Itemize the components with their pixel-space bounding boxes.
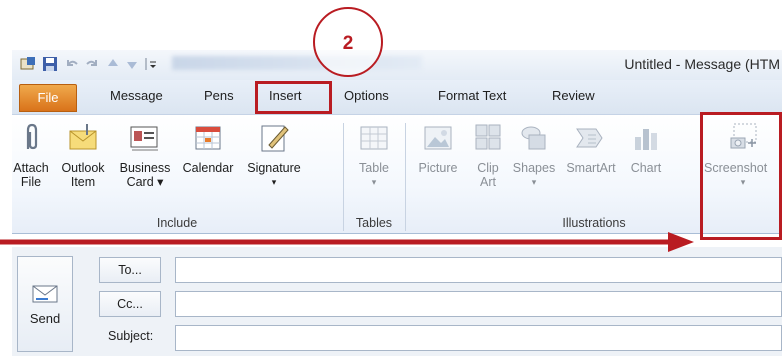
chart-button[interactable]: Chart <box>622 121 670 175</box>
send-button[interactable]: Send <box>17 256 73 352</box>
tab-message[interactable]: Message <box>110 88 163 103</box>
picture-icon <box>424 126 452 150</box>
tab-options[interactable]: Options <box>344 88 389 103</box>
signature-icon <box>261 125 289 152</box>
shapes-button[interactable]: Shapes ▾ <box>508 121 560 189</box>
outlook-item-button[interactable]: Outlook Item <box>52 121 114 189</box>
calendar-icon <box>195 126 221 150</box>
table-icon <box>360 126 388 150</box>
smartart-button[interactable]: SmartArt <box>560 121 622 175</box>
undo-icon[interactable] <box>64 56 80 72</box>
message-header-area: To... Cc... Subject: <box>12 247 782 356</box>
cc-button[interactable]: Cc... <box>99 291 161 317</box>
smartart-icon <box>576 128 603 148</box>
subject-label: Subject: <box>108 329 154 343</box>
tab-format-text[interactable]: Format Text <box>438 88 506 103</box>
chart-icon <box>635 129 657 150</box>
send-label: Send <box>29 311 61 326</box>
annotation-arrow <box>0 232 694 252</box>
save-icon[interactable] <box>42 56 58 72</box>
insert-tab-highlight <box>255 81 332 114</box>
include-group-label: Include <box>156 216 198 230</box>
send-icon <box>32 285 58 303</box>
tab-file[interactable]: File <box>19 84 77 112</box>
outlook-app-icon[interactable] <box>20 56 36 72</box>
envelope-icon <box>69 124 97 150</box>
arrow-down-icon[interactable] <box>124 56 140 72</box>
business-card-icon <box>130 126 158 151</box>
signature-button[interactable]: Signature ▾ <box>240 121 308 189</box>
step-number: 2 <box>342 33 354 54</box>
cc-field[interactable] <box>175 291 782 317</box>
attach-file-button[interactable]: Attach File <box>12 121 50 189</box>
shapes-icon <box>521 126 546 150</box>
table-button[interactable]: Table ▾ <box>348 121 400 189</box>
tables-group-label: Tables <box>355 216 393 230</box>
customize-qat-icon[interactable] <box>144 56 160 72</box>
ribbon-tab-bar: File Message Pens Insert Options Format … <box>12 80 782 114</box>
redo-icon[interactable] <box>84 56 100 72</box>
calendar-button[interactable]: Calendar <box>176 121 240 175</box>
clip-art-button[interactable]: Clip Art <box>470 121 506 189</box>
screenshot-button-highlight <box>700 112 782 240</box>
clip-art-icon <box>475 124 501 150</box>
tab-review[interactable]: Review <box>552 88 595 103</box>
subject-field[interactable] <box>175 325 782 351</box>
window-title: Untitled - Message (HTM <box>624 56 780 72</box>
tab-pens[interactable]: Pens <box>204 88 234 103</box>
group-separator <box>405 123 406 231</box>
arrow-up-icon[interactable] <box>105 56 121 72</box>
group-separator <box>343 123 344 231</box>
title-bar: Untitled - Message (HTM <box>12 50 782 80</box>
paperclip-icon <box>26 123 38 150</box>
business-card-button[interactable]: Business Card ▾ <box>116 121 174 189</box>
picture-button[interactable]: Picture <box>410 121 466 175</box>
ribbon: Attach File Outlook Item Business Card ▾… <box>12 114 782 234</box>
to-button[interactable]: To... <box>99 257 161 283</box>
to-field[interactable] <box>175 257 782 283</box>
blurred-title-area <box>172 56 422 70</box>
